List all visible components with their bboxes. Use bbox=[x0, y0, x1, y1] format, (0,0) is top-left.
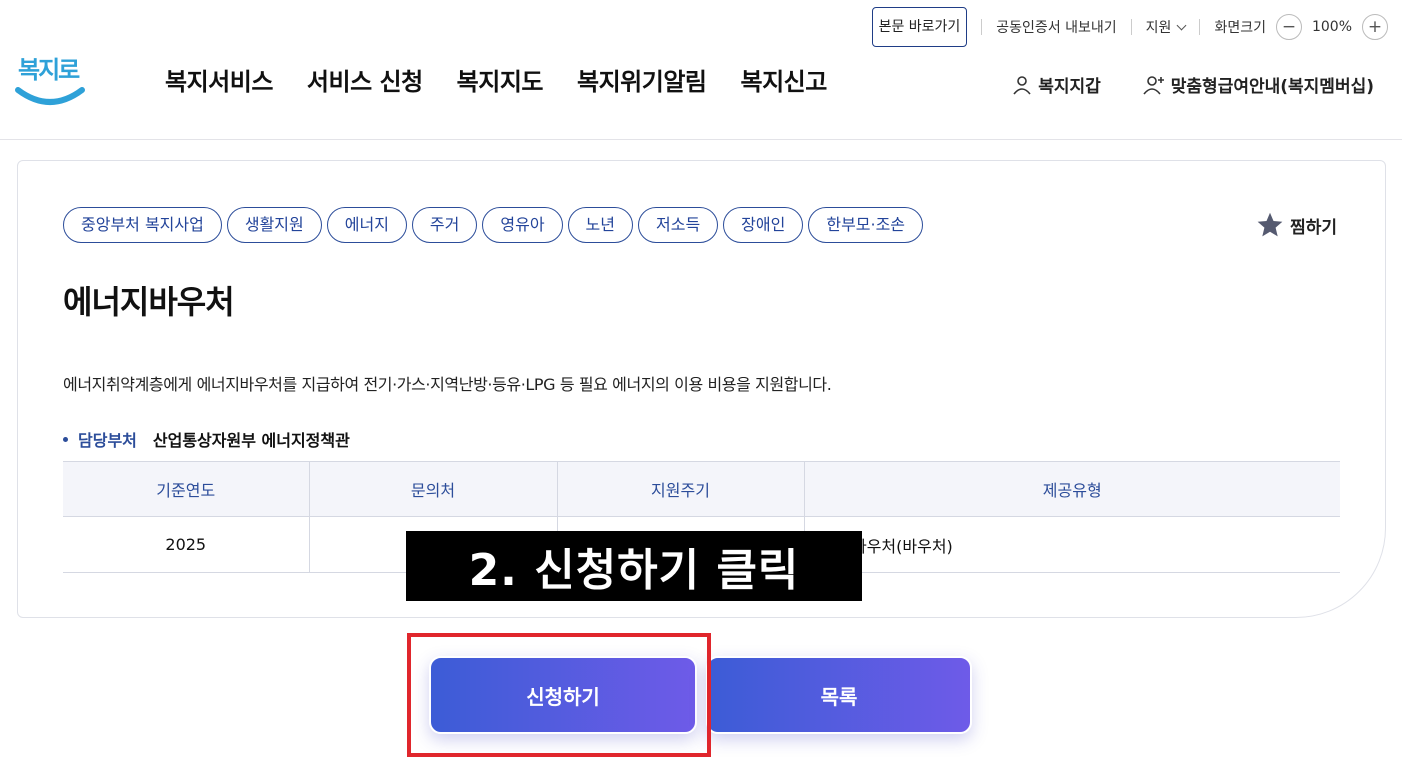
cell-type: ???바우처(바우처) bbox=[804, 516, 1340, 573]
star-icon bbox=[1257, 212, 1283, 237]
header-contact: 문의처 bbox=[309, 461, 558, 517]
nav-service-apply[interactable]: 서비스 신청 bbox=[307, 62, 423, 97]
cert-export-link[interactable]: 공동인증서 내보내기 bbox=[996, 17, 1116, 37]
divider bbox=[981, 19, 983, 35]
nav-welfare-service[interactable]: 복지서비스 bbox=[165, 62, 273, 97]
header-type: 제공유형 bbox=[804, 461, 1340, 517]
highlight-box bbox=[407, 633, 711, 757]
tag-energy[interactable]: 에너지 bbox=[326, 207, 407, 243]
tag-single-parent[interactable]: 한부모·조손 bbox=[808, 207, 924, 243]
department-label: 담당부처 bbox=[78, 431, 137, 450]
global-nav: 복지서비스 서비스 신청 복지지도 복지위기알림 복지신고 bbox=[165, 62, 827, 97]
welfare-wallet-link[interactable]: 복지지갑 bbox=[1012, 72, 1101, 97]
category-tags: 중앙부처 복지사업 생활지원 에너지 주거 영유아 노년 저소득 장애인 한부모… bbox=[63, 207, 924, 243]
zoom-level: 100% bbox=[1311, 19, 1352, 35]
screen-size-label: 화면크기 bbox=[1214, 20, 1266, 36]
table-header-row: 기준연도 문의처 지원주기 제공유형 bbox=[63, 461, 1340, 517]
cell-year: 2025 bbox=[63, 516, 310, 573]
department-value: 산업통상자원부 에너지정책관 bbox=[152, 431, 350, 450]
user-menu: 복지지갑 맞춤형급여안내(복지멤버십) bbox=[1012, 72, 1374, 97]
support-dropdown[interactable]: 지원 bbox=[1145, 17, 1187, 37]
header-cycle: 지원주기 bbox=[557, 461, 805, 517]
zoom-in-button[interactable]: + bbox=[1362, 14, 1388, 40]
logo-smile-icon bbox=[15, 87, 85, 105]
nav-welfare-report[interactable]: 복지신고 bbox=[740, 62, 827, 97]
tag-housing[interactable]: 주거 bbox=[411, 207, 478, 243]
service-description: 에너지취약계층에게 에너지바우처를 지급하여 전기·가스·지역난방·등유·LPG… bbox=[63, 375, 832, 394]
service-title: 에너지바우처 bbox=[63, 283, 235, 321]
welfare-wallet-label: 복지지갑 bbox=[1038, 77, 1101, 97]
bullet-icon bbox=[63, 436, 68, 442]
site-header: 본문 바로가기 공동인증서 내보내기 지원 화면크기 − 100% + 복지로 … bbox=[0, 0, 1402, 140]
tag-living-support[interactable]: 생활지원 bbox=[226, 207, 322, 243]
tag-central-ministry[interactable]: 중앙부처 복지사업 bbox=[63, 207, 222, 243]
utility-bar: 본문 바로가기 공동인증서 내보내기 지원 화면크기 − 100% + bbox=[871, 7, 1388, 47]
favorite-button[interactable]: 찜하기 bbox=[1256, 211, 1337, 239]
favorite-label: 찜하기 bbox=[1290, 217, 1337, 238]
support-label: 지원 bbox=[1145, 20, 1172, 36]
user-add-icon bbox=[1143, 75, 1164, 95]
user-icon bbox=[1013, 75, 1031, 95]
tag-low-income[interactable]: 저소득 bbox=[638, 207, 719, 243]
list-button[interactable]: 목록 bbox=[706, 656, 972, 734]
zoom-out-button[interactable]: − bbox=[1275, 14, 1302, 40]
membership-link[interactable]: 맞춤형급여안내(복지멤버십) bbox=[1143, 72, 1374, 97]
nav-crisis-alert[interactable]: 복지위기알림 bbox=[577, 62, 707, 97]
site-logo[interactable]: 복지로 bbox=[14, 48, 86, 110]
membership-label: 맞춤형급여안내(복지멤버십) bbox=[1170, 77, 1374, 97]
nav-welfare-map[interactable]: 복지지도 bbox=[457, 62, 544, 97]
header-year: 기준연도 bbox=[63, 461, 310, 517]
skip-to-content-link[interactable]: 본문 바로가기 bbox=[871, 7, 968, 47]
tag-senior[interactable]: 노년 bbox=[567, 207, 633, 243]
tag-disabled[interactable]: 장애인 bbox=[723, 207, 804, 243]
department-info: 담당부처 산업통상자원부 에너지정책관 bbox=[63, 427, 350, 451]
divider bbox=[1130, 19, 1132, 35]
tag-infant[interactable]: 영유아 bbox=[482, 207, 563, 243]
instruction-overlay: 2. 신청하기 클릭 bbox=[406, 531, 862, 601]
chevron-down-icon bbox=[1176, 20, 1187, 31]
divider bbox=[1199, 19, 1201, 35]
